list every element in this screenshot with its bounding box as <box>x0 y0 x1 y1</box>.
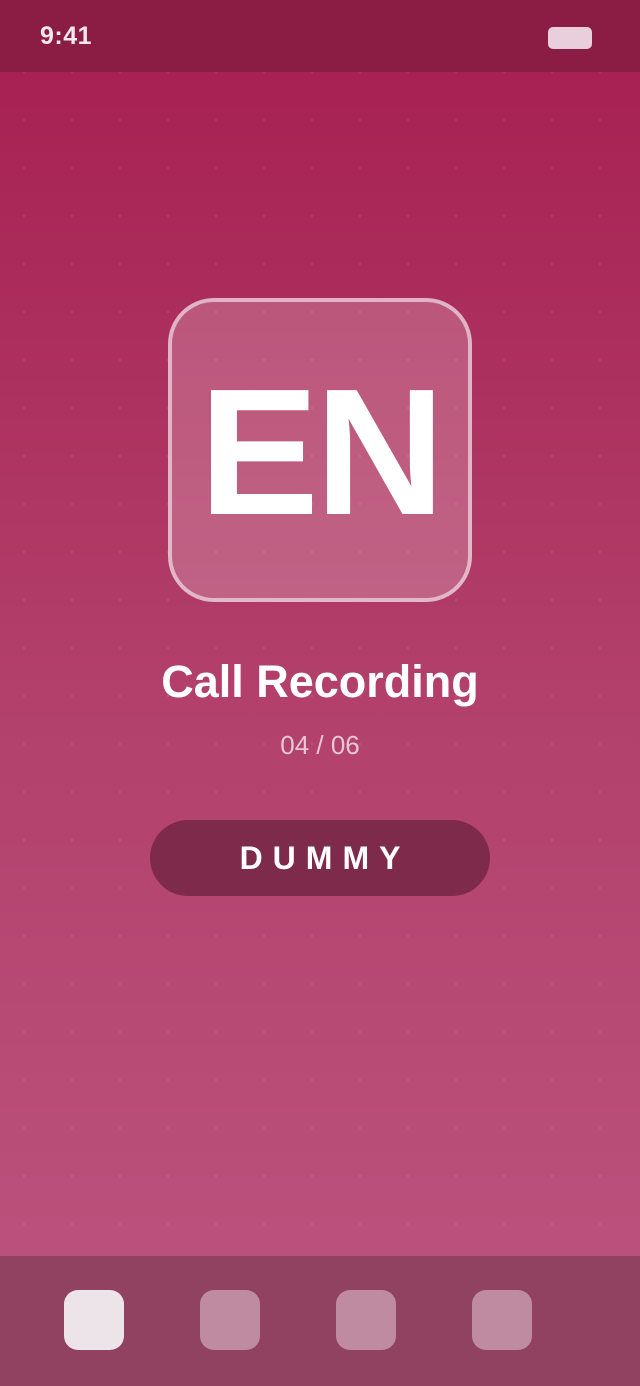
language-badge: EN <box>168 298 472 602</box>
main-content: EN Call Recording 04 / 06 DUMMY <box>0 72 640 1256</box>
dock <box>0 1256 640 1386</box>
dummy-button[interactable]: DUMMY <box>150 820 490 896</box>
dock-item-3[interactable] <box>336 1290 396 1350</box>
app-screen: 9:41 EN Call Recording 04 / 06 DUMMY <box>0 0 640 1386</box>
battery-icon <box>548 27 592 49</box>
page-title: Call Recording <box>161 656 479 707</box>
dock-item-1[interactable] <box>64 1290 124 1350</box>
dock-item-2[interactable] <box>200 1290 260 1350</box>
status-time: 9:41 <box>40 22 93 50</box>
page-counter: 04 / 06 <box>280 730 360 760</box>
status-bar: 9:41 <box>0 0 640 72</box>
dock-item-4[interactable] <box>472 1290 532 1350</box>
language-badge-text: EN <box>198 352 445 553</box>
